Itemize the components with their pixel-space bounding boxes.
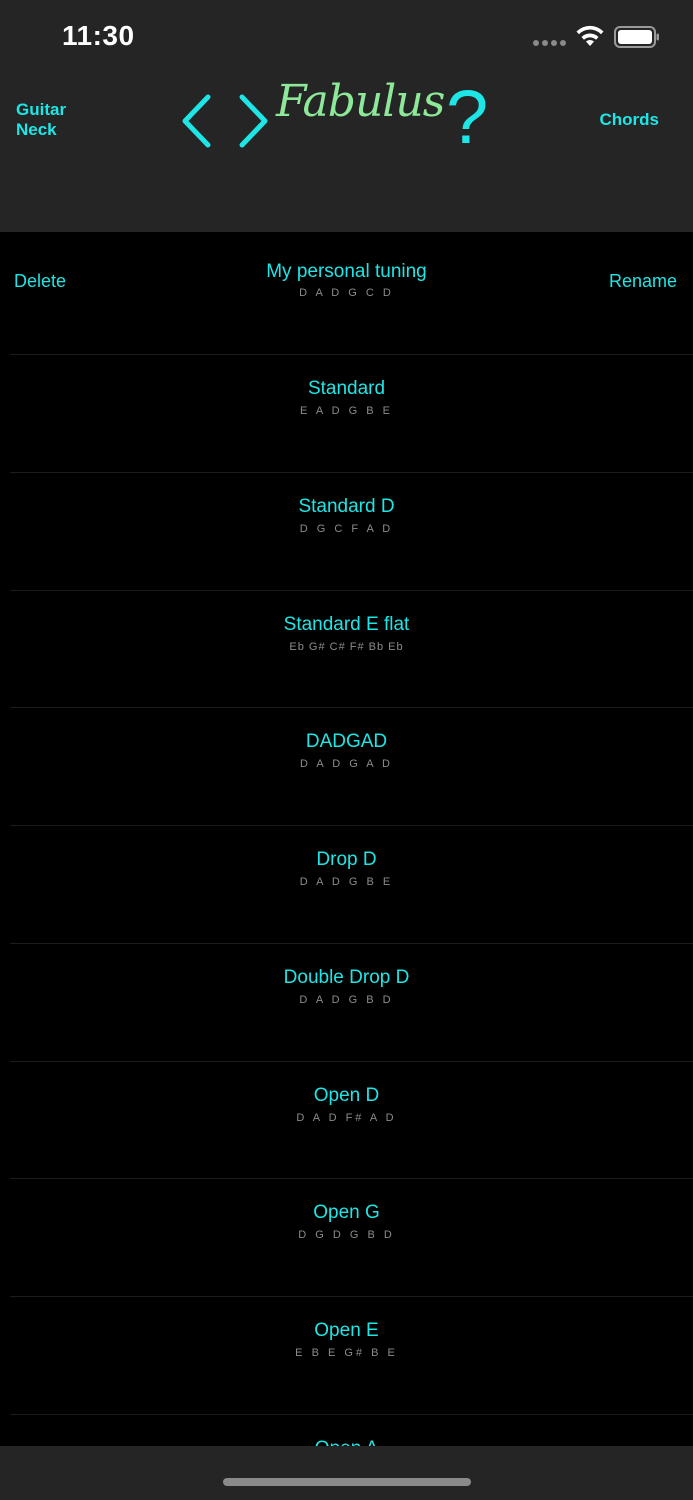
tuning-notes: E A D G B E	[300, 405, 393, 417]
tuning-notes: Eb G# C# F# Bb Eb	[289, 640, 404, 653]
app-logo: Fabulus	[276, 76, 445, 127]
tuning-notes: D A D G A D	[300, 758, 393, 771]
tuning-name: Open D	[313, 1084, 380, 1106]
tuning-row[interactable]: DADGAD D A D G A D	[10, 708, 693, 826]
tuning-name: Standard	[307, 378, 386, 399]
status-time: 11:30	[62, 20, 135, 51]
chevron-right-icon[interactable]	[232, 92, 272, 152]
tuning-name: My personal tuning	[266, 261, 427, 282]
tuning-name: Drop D	[316, 849, 377, 870]
home-bar-area	[0, 1446, 693, 1500]
tuning-name: DADGAD	[305, 731, 388, 753]
tuning-row[interactable]: Open D D A D F# A D	[10, 1062, 693, 1180]
tuning-row[interactable]: Standard D D G C F A D	[10, 473, 693, 591]
tuning-row[interactable]: Open A	[10, 1415, 693, 1446]
tuning-row[interactable]: Open E E B E G# B E	[10, 1297, 693, 1415]
status-bar: 11:30	[0, 0, 693, 70]
tuning-notes: E B E G# B E	[295, 1347, 398, 1359]
guitar-neck-button[interactable]: Guitar Neck	[16, 100, 96, 140]
battery-icon	[614, 26, 659, 48]
tuning-row[interactable]: Double Drop D D A D G B D	[10, 944, 693, 1062]
tuning-notes: D A D G C D	[299, 287, 394, 299]
tuning-name: Standard D	[298, 495, 395, 517]
tuning-row[interactable]: Standard E flat Eb G# C# F# Bb Eb	[10, 591, 693, 709]
tuning-notes: D A D F# A D	[296, 1111, 397, 1124]
tuning-notes: D A D G B D	[299, 993, 394, 1006]
tuning-list: Delete My personal tuning D A D G C D Re…	[0, 232, 693, 1446]
tuning-notes: D G C F A D	[299, 522, 394, 535]
tuning-name: Open A	[0, 1438, 693, 1446]
tuning-name: Double Drop D	[283, 966, 410, 988]
tuning-row[interactable]: Standard E A D G B E	[10, 355, 693, 473]
tuning-name: Open E	[314, 1320, 379, 1341]
home-indicator[interactable]	[223, 1478, 471, 1486]
tuning-row[interactable]: Open G D G D G B D	[10, 1179, 693, 1297]
tuning-row[interactable]: Drop D D A D G B E	[10, 826, 693, 944]
tuning-notes: D A D G B E	[299, 876, 394, 888]
chevron-left-icon[interactable]	[178, 92, 218, 152]
rename-button[interactable]: Rename	[609, 271, 677, 292]
help-icon[interactable]: ?	[446, 78, 488, 158]
navigation-bar: Guitar Neck Fabulus ? Chords	[0, 70, 693, 232]
tuning-name: Open G	[313, 1202, 380, 1224]
cellular-signal-icon	[533, 40, 566, 48]
tuning-name: Standard E flat	[283, 613, 410, 635]
tuning-row-my-personal-tuning[interactable]: Delete My personal tuning D A D G C D Re…	[10, 232, 693, 355]
wifi-icon	[576, 25, 604, 46]
tuning-notes: D G D G B D	[298, 1229, 395, 1242]
chords-button[interactable]: Chords	[600, 110, 660, 130]
